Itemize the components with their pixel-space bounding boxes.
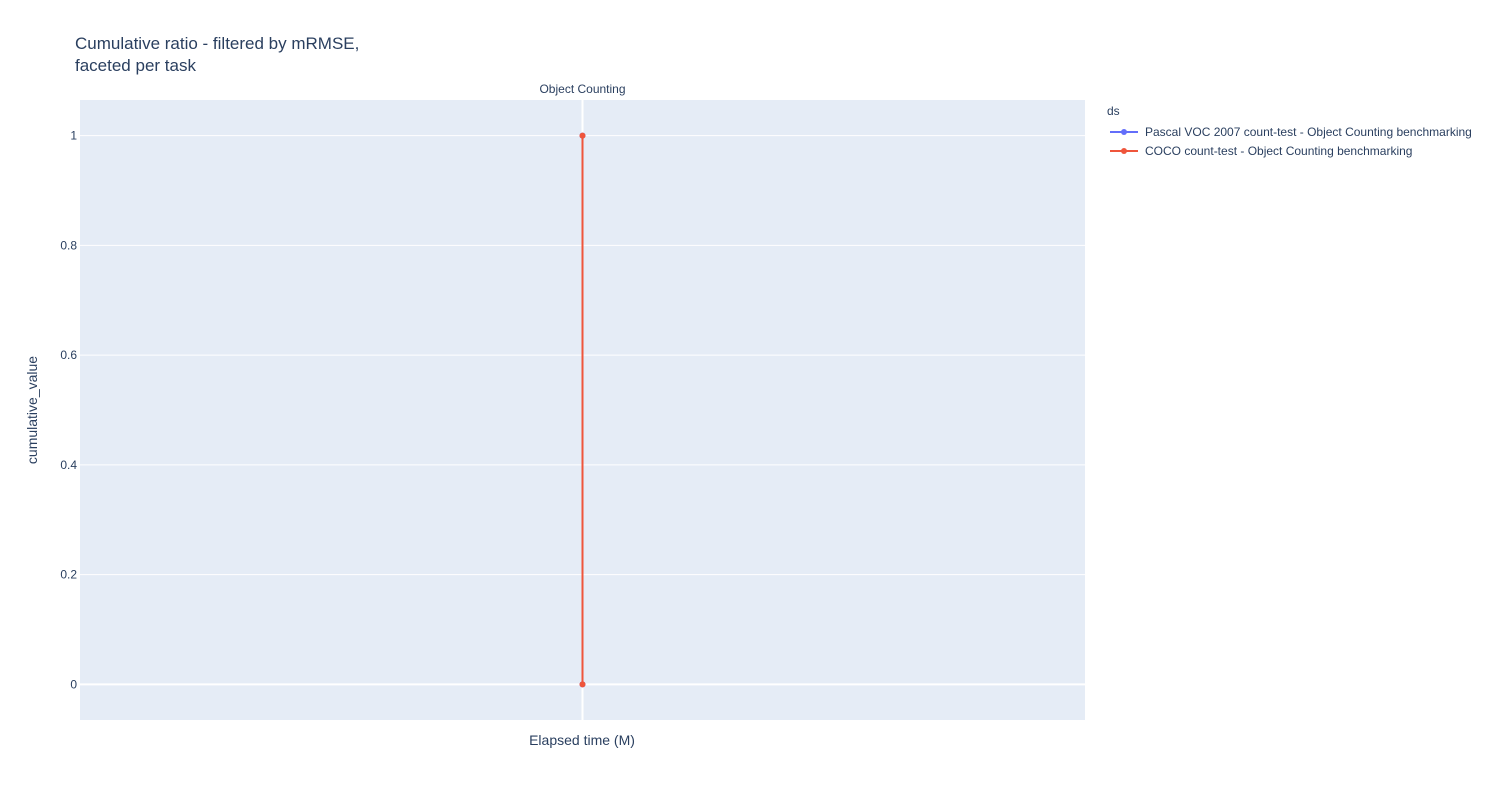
y-tick-label: 0.4 (60, 458, 77, 472)
legend-item-pascal-voc[interactable]: Pascal VOC 2007 count-test - Object Coun… (1107, 122, 1472, 141)
legend-swatch-marker (1121, 147, 1127, 154)
legend-swatch-coco (1110, 147, 1138, 154)
x-axis-title: Elapsed time (M) (529, 732, 635, 748)
legend: ds Pascal VOC 2007 count-test - Object C… (1107, 104, 1472, 160)
legend-swatch-marker (1121, 128, 1127, 135)
data-point[interactable] (579, 132, 586, 139)
y-tick-label: 1 (70, 129, 77, 143)
legend-title: ds (1107, 104, 1120, 118)
legend-label-pascal-voc: Pascal VOC 2007 count-test - Object Coun… (1145, 124, 1472, 139)
facet-title: Object Counting (539, 82, 626, 96)
y-tick-label: 0.2 (60, 568, 77, 582)
legend-item-coco[interactable]: COCO count-test - Object Counting benchm… (1107, 141, 1472, 160)
y-tick-label: 0.8 (60, 238, 77, 252)
y-tick-labels: 0 0.2 0.4 0.6 0.8 1 (60, 129, 77, 692)
data-point[interactable] (579, 681, 586, 688)
legend-label-coco: COCO count-test - Object Counting benchm… (1145, 143, 1413, 158)
y-axis-title: cumulative_value (24, 355, 40, 465)
y-tick-label: 0.6 (60, 348, 77, 362)
y-tick-label: 0 (70, 677, 77, 691)
legend-swatch-pascal-voc (1110, 128, 1138, 135)
